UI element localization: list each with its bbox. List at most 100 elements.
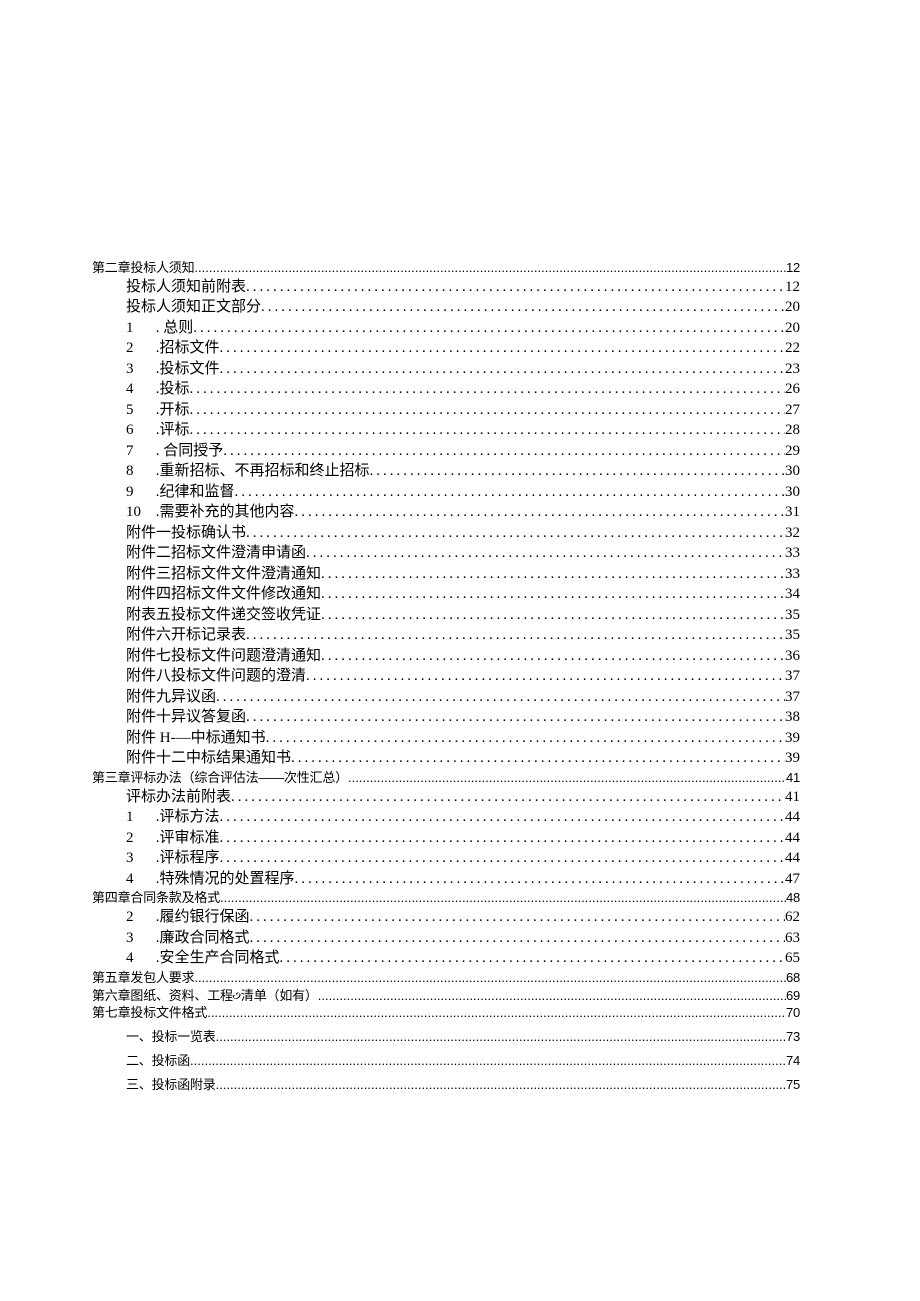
toc-leader: ........................................… bbox=[190, 421, 785, 441]
toc-leader: ........................................… bbox=[220, 360, 785, 380]
toc-entry: 2 .招标文件 ................................… bbox=[92, 339, 800, 359]
toc-entry: 附件三招标文件文件澄清通知...........................… bbox=[92, 565, 800, 585]
toc-entry: 第四章合同条款及格式..............................… bbox=[92, 890, 800, 907]
toc-entry: 附件十二中标结果通知书.............................… bbox=[92, 749, 800, 769]
toc-entry: 4 .投标 ..................................… bbox=[92, 380, 800, 400]
toc-leader: ........................................… bbox=[250, 929, 785, 949]
toc-page-number: 39 bbox=[785, 749, 800, 769]
toc-leader: ........................................… bbox=[291, 749, 785, 769]
toc-page-number: 22 bbox=[785, 339, 800, 359]
toc-label: 第三章评标办法（综合评估法——次性汇总） bbox=[92, 770, 348, 787]
toc-page-number: 65 bbox=[785, 949, 800, 969]
toc-label: 投标人须知前附表 bbox=[126, 278, 246, 298]
toc-label: 附件九异议函 bbox=[126, 688, 216, 708]
toc-label: 附件十二中标结果通知书 bbox=[126, 749, 291, 769]
toc-leader: ........................................… bbox=[306, 667, 785, 687]
toc-leader: ........................................… bbox=[306, 544, 785, 564]
toc-number: 7 bbox=[126, 442, 152, 462]
toc-label: 3 .投标文件 bbox=[126, 360, 220, 380]
toc-entry: 3 .廉政合同格式 ..............................… bbox=[92, 929, 800, 949]
toc-entry: 二、投标函 ..................................… bbox=[92, 1053, 800, 1070]
toc-label: 4 .特殊情况的处置程序 bbox=[126, 870, 295, 890]
toc-label: 7 . 合同授予 bbox=[126, 442, 223, 462]
toc-page-number: 28 bbox=[785, 421, 800, 441]
toc-page-number: 12 bbox=[786, 260, 800, 277]
toc-entry: 三、投标函附录 ................................… bbox=[92, 1077, 800, 1094]
toc-label: 8 .重新招标、不再招标和终止招标 bbox=[126, 462, 370, 482]
toc-leader: ........................................… bbox=[231, 788, 785, 808]
toc-leader: ........................................… bbox=[216, 1029, 786, 1046]
table-of-contents: 第二章投标人须知................................… bbox=[92, 260, 800, 1094]
toc-entry: 1 .评标方法 ................................… bbox=[92, 808, 800, 828]
toc-entry: 第二章投标人须知................................… bbox=[92, 260, 800, 277]
toc-page-number: 68 bbox=[786, 970, 800, 987]
toc-leader: ........................................… bbox=[246, 708, 785, 728]
toc-entry: 附件二招标文件澄清申请函............................… bbox=[92, 544, 800, 564]
toc-label: 附表五投标文件递交签收凭证 bbox=[126, 606, 321, 626]
toc-page-number: 73 bbox=[786, 1029, 800, 1046]
toc-page-number: 32 bbox=[785, 524, 800, 544]
toc-entry: 4 .安全生产合同格式 ............................… bbox=[92, 949, 800, 969]
toc-leader: ........................................… bbox=[220, 829, 785, 849]
toc-page-number: 34 bbox=[785, 585, 800, 605]
toc-entry: 3 .投标文件 ................................… bbox=[92, 360, 800, 380]
toc-label: 2 .评审标准 bbox=[126, 829, 220, 849]
toc-page-number: 20 bbox=[785, 319, 800, 339]
toc-entry: 第七章投标文件格式...............................… bbox=[92, 1005, 800, 1022]
toc-page-number: 47 bbox=[785, 870, 800, 890]
toc-entry: 附件七投标文件问题澄清通知...........................… bbox=[92, 647, 800, 667]
toc-page-number: 69 bbox=[786, 988, 800, 1005]
toc-page-number: 44 bbox=[785, 829, 800, 849]
toc-label: 附件二招标文件澄清申请函 bbox=[126, 544, 306, 564]
toc-label: 附件七投标文件问题澄清通知 bbox=[126, 647, 321, 667]
toc-page-number: 30 bbox=[785, 483, 800, 503]
toc-label: 10 .需要补充的其他内容 bbox=[126, 503, 295, 523]
toc-page-number: 20 bbox=[785, 298, 800, 318]
toc-page-number: 63 bbox=[785, 929, 800, 949]
toc-number: 2 bbox=[126, 829, 152, 849]
toc-leader: ........................................… bbox=[348, 770, 786, 787]
toc-leader: ........................................… bbox=[220, 339, 785, 359]
toc-entry: 10 .需要补充的其他内容 ..........................… bbox=[92, 503, 800, 523]
toc-leader: ........................................… bbox=[190, 380, 785, 400]
toc-label: 附件 H-—中标通知书 bbox=[126, 729, 266, 749]
toc-label: 第五章发包人要求 bbox=[92, 970, 194, 987]
toc-label: 附件八投标文件问题的澄清 bbox=[126, 667, 306, 687]
toc-page-number: 12 bbox=[785, 278, 800, 298]
toc-page-number: 48 bbox=[786, 890, 800, 907]
toc-entry: 附表五投标文件递交签收凭证...........................… bbox=[92, 606, 800, 626]
toc-label: 1 .评标方法 bbox=[126, 808, 220, 828]
toc-page-number: 26 bbox=[785, 380, 800, 400]
toc-number: 1 bbox=[126, 808, 152, 828]
toc-leader: ........................................… bbox=[246, 626, 785, 646]
toc-label: 附件六开标记录表 bbox=[126, 626, 246, 646]
toc-leader: ........................................… bbox=[246, 278, 785, 298]
toc-entry: 一、投标一览表 ................................… bbox=[92, 1029, 800, 1046]
toc-entry: 附件四招标文件文件修改通知...........................… bbox=[92, 585, 800, 605]
toc-leader: ........................................… bbox=[194, 970, 786, 987]
toc-number: 2 bbox=[126, 908, 152, 928]
toc-page-number: 38 bbox=[785, 708, 800, 728]
toc-label: 4 .安全生产合同格式 bbox=[126, 949, 280, 969]
toc-page-number: 74 bbox=[786, 1053, 800, 1070]
toc-page-number: 35 bbox=[785, 626, 800, 646]
toc-leader: ........................................… bbox=[190, 1053, 786, 1070]
toc-label: 附件十异议答复函 bbox=[126, 708, 246, 728]
toc-number: 4 bbox=[126, 949, 152, 969]
toc-label: 第二章投标人须知 bbox=[92, 260, 194, 277]
toc-number: 6 bbox=[126, 421, 152, 441]
toc-label: 1 . 总则 bbox=[126, 319, 193, 339]
toc-entry: 7 . 合同授予................................… bbox=[92, 442, 800, 462]
toc-leader: ........................................… bbox=[250, 908, 785, 928]
toc-page-number: 44 bbox=[785, 849, 800, 869]
toc-entry: 评标办法前附表.................................… bbox=[92, 788, 800, 808]
toc-leader: ........................................… bbox=[318, 988, 786, 1005]
toc-label: 3 .廉政合同格式 bbox=[126, 929, 250, 949]
toc-leader: ........................................… bbox=[220, 890, 786, 907]
toc-entry: 第五章发包人要求................................… bbox=[92, 970, 800, 987]
toc-label: 附件四招标文件文件修改通知 bbox=[126, 585, 321, 605]
toc-entry: 第三章评标办法（综合评估法——次性汇总）....................… bbox=[92, 770, 800, 787]
toc-entry: 9 .纪律和监督 ...............................… bbox=[92, 483, 800, 503]
toc-leader: ........................................… bbox=[295, 870, 785, 890]
toc-entry: 附件 H-—中标通知书 ............................… bbox=[92, 729, 800, 749]
